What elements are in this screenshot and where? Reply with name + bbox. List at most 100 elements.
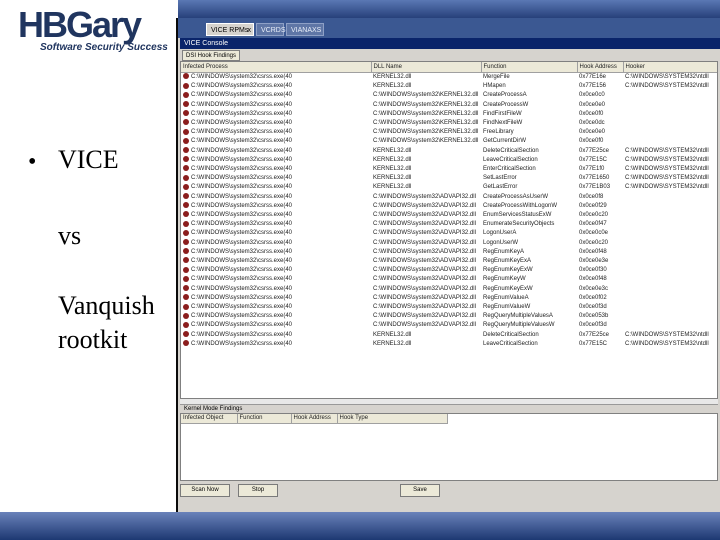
table-cell: 0x0ce0c0e xyxy=(577,229,623,238)
table-row[interactable]: C:\WINDOWS\system32\csrss.exe(40 C:\WINDO… xyxy=(181,257,717,266)
kernel-table: Infected Object Function Hook Address Hook … xyxy=(181,414,448,424)
table-cell: C:\WINDOWS\system32\csrss.exe(40 xyxy=(181,119,371,128)
tab-vianaxs[interactable]: VIANAXS xyxy=(286,23,324,36)
cell-text: GetLastError xyxy=(483,184,518,191)
table-cell xyxy=(623,303,717,312)
cell-text: C:\WINDOWS\system32\csrss.exe(40 xyxy=(191,267,293,274)
table-cell: FindNextFileW xyxy=(481,119,577,128)
table-cell: RegEnumKeyExA xyxy=(481,257,577,266)
table-row[interactable]: C:\WINDOWS\system32\csrss.exe(40 KERNEL32… xyxy=(181,174,717,183)
cell-text: C:\WINDOWS\system32\KERNEL32.dll xyxy=(373,92,479,99)
table-cell: RegEnumKeyExW xyxy=(481,285,577,294)
header-band xyxy=(178,0,720,18)
table-row[interactable]: C:\WINDOWS\system32\csrss.exe(40 KERNEL32… xyxy=(181,165,717,174)
slide-bullet-panel: • VICE vs Vanquish rootkit xyxy=(0,58,177,512)
column-header[interactable]: Infected Process xyxy=(181,62,372,73)
table-row[interactable]: C:\WINDOWS\system32\csrss.exe(40 C:\WINDO… xyxy=(181,128,717,137)
kernel-findings-title: Kernel Mode Findings xyxy=(180,405,718,413)
cell-text: C:\WINDOWS\system32\csrss.exe(40 xyxy=(191,110,293,117)
tab-vcrds[interactable]: VCRDS xyxy=(256,23,286,36)
process-icon xyxy=(183,101,189,108)
table-row[interactable]: C:\WINDOWS\system32\csrss.exe(40 C:\WINDO… xyxy=(181,239,717,248)
table-row[interactable]: C:\WINDOWS\system32\csrss.exe(40 C:\WINDO… xyxy=(181,110,717,119)
table-row[interactable]: C:\WINDOWS\system32\csrss.exe(40 C:\WINDO… xyxy=(181,220,717,229)
cell-text: C:\WINDOWS\system32\ADVAPI32.dll xyxy=(373,285,476,292)
table-row[interactable]: C:\WINDOWS\system32\csrss.exe(40 C:\WINDO… xyxy=(181,229,717,238)
table-cell: 0x0ce0e3c xyxy=(577,285,623,294)
table-cell: C:\WINDOWS\system32\csrss.exe(40 xyxy=(181,82,371,91)
table-row[interactable]: C:\WINDOWS\system32\csrss.exe(40 C:\WINDO… xyxy=(181,101,717,110)
cell-text: 0x77E16e xyxy=(579,74,607,80)
table-cell: C:\WINDOWS\system32\ADVAPI32.dll xyxy=(371,275,481,284)
table-row[interactable]: C:\WINDOWS\system32\csrss.exe(40 KERNEL32… xyxy=(181,156,717,165)
table-cell: C:\WINDOWS\system32\csrss.exe(40 xyxy=(181,156,371,165)
table-cell: C:\WINDOWS\system32\KERNEL32.dll xyxy=(371,91,481,100)
table-row[interactable]: C:\WINDOWS\system32\csrss.exe(40 KERNEL32… xyxy=(181,183,717,192)
table-row[interactable]: C:\WINDOWS\system32\csrss.exe(40 KERNEL32… xyxy=(181,147,717,156)
cell-text: C:\WINDOWS\system32\ADVAPI32.dll xyxy=(373,239,476,246)
table-cell: C:\WINDOWS\SYSTEM32\ntdll xyxy=(623,174,717,183)
table-row[interactable]: C:\WINDOWS\system32\csrss.exe(40 C:\WINDO… xyxy=(181,285,717,294)
tab-dsi-hook-findings[interactable]: DSI Hook Findings xyxy=(182,50,241,61)
column-header[interactable]: Function xyxy=(237,414,292,424)
cell-text: EnumServicesStatusExW xyxy=(483,212,552,219)
tab-vice-rpms[interactable]: VICE RPMs x xyxy=(206,23,254,36)
table-row[interactable]: C:\WINDOWS\system32\csrss.exe(40 KERNEL32… xyxy=(181,73,717,83)
cell-text: C:\WINDOWS\system32\csrss.exe(40 xyxy=(191,101,293,108)
table-row[interactable]: C:\WINDOWS\system32\csrss.exe(40 C:\WINDO… xyxy=(181,193,717,202)
footer-band xyxy=(0,512,720,540)
cell-text: 0x0ce0e3e xyxy=(579,258,609,265)
table-row[interactable]: C:\WINDOWS\system32\csrss.exe(40 KERNEL32… xyxy=(181,331,717,340)
table-row[interactable]: C:\WINDOWS\system32\csrss.exe(40 C:\WINDO… xyxy=(181,321,717,330)
process-icon xyxy=(183,193,189,200)
cell-text: C:\WINDOWS\system32\ADVAPI32.dll xyxy=(373,221,476,228)
stop-button[interactable]: Stop xyxy=(238,484,278,497)
table-row[interactable]: C:\WINDOWS\system32\csrss.exe(40 C:\WINDO… xyxy=(181,275,717,284)
save-button[interactable]: Save xyxy=(400,484,440,497)
table-cell xyxy=(623,211,717,220)
cell-text: 0x0ce0dc xyxy=(579,120,605,127)
close-icon[interactable]: x xyxy=(248,24,252,37)
table-row[interactable]: C:\WINDOWS\system32\csrss.exe(40 C:\WINDO… xyxy=(181,266,717,275)
table-cell: C:\WINDOWS\system32\ADVAPI32.dll xyxy=(371,193,481,202)
table-row[interactable]: C:\WINDOWS\system32\csrss.exe(40 C:\WINDO… xyxy=(181,248,717,257)
table-row[interactable]: C:\WINDOWS\system32\csrss.exe(40 C:\WINDO… xyxy=(181,303,717,312)
column-header[interactable]: Hook Type xyxy=(337,414,448,424)
table-cell: 0x0ce0c20 xyxy=(577,239,623,248)
table-cell: C:\WINDOWS\system32\csrss.exe(40 xyxy=(181,229,371,238)
table-row[interactable]: C:\WINDOWS\system32\csrss.exe(40 C:\WINDO… xyxy=(181,202,717,211)
column-header[interactable]: Infected Object xyxy=(181,414,238,424)
cell-text: KERNEL32.dll xyxy=(373,74,412,80)
table-row[interactable]: C:\WINDOWS\system32\csrss.exe(40 KERNEL32… xyxy=(181,340,717,349)
cell-text: KERNEL32.dll xyxy=(373,340,412,347)
table-cell: C:\WINDOWS\system32\csrss.exe(40 xyxy=(181,202,371,211)
column-header[interactable]: Hooker xyxy=(623,62,717,73)
process-icon xyxy=(183,202,189,209)
table-row[interactable]: C:\WINDOWS\system32\csrss.exe(40 C:\WINDO… xyxy=(181,294,717,303)
table-cell xyxy=(623,266,717,275)
table-cell: RegQueryMultipleValuesA xyxy=(481,312,577,321)
scan-now-button[interactable]: Scan Now xyxy=(180,484,230,497)
table-row[interactable]: C:\WINDOWS\system32\csrss.exe(40 C:\WINDO… xyxy=(181,91,717,100)
cell-text: 0x77E1B03 xyxy=(579,184,611,191)
cell-text: C:\WINDOWS\SYSTEM32\ntdll xyxy=(625,184,709,191)
table-cell: C:\WINDOWS\system32\ADVAPI32.dll xyxy=(371,220,481,229)
cell-text: CreateProcessA xyxy=(483,92,527,99)
table-row[interactable]: C:\WINDOWS\system32\csrss.exe(40 KERNEL32… xyxy=(181,82,717,91)
cell-text: 0x0ce0c0e xyxy=(579,230,609,237)
table-cell: C:\WINDOWS\system32\KERNEL32.dll xyxy=(371,110,481,119)
table-cell: 0x0ce0f8 xyxy=(577,193,623,202)
column-header[interactable]: Function xyxy=(481,62,578,73)
column-header[interactable]: Hook Address xyxy=(291,414,338,424)
table-cell: C:\WINDOWS\system32\ADVAPI32.dll xyxy=(371,285,481,294)
table-row[interactable]: C:\WINDOWS\system32\csrss.exe(40 C:\WINDO… xyxy=(181,119,717,128)
column-header[interactable]: DLL Name xyxy=(371,62,482,73)
table-row[interactable]: C:\WINDOWS\system32\csrss.exe(40 C:\WINDO… xyxy=(181,312,717,321)
table-row[interactable]: C:\WINDOWS\system32\csrss.exe(40 C:\WINDO… xyxy=(181,137,717,146)
table-cell: C:\WINDOWS\system32\ADVAPI32.dll xyxy=(371,266,481,275)
column-header[interactable]: Hook Address xyxy=(577,62,624,73)
cell-text: CreateProcessAsUserW xyxy=(483,193,549,200)
cell-text: C:\WINDOWS\system32\csrss.exe(40 xyxy=(191,156,293,163)
cell-text: C:\WINDOWS\system32\csrss.exe(40 xyxy=(191,304,293,311)
table-row[interactable]: C:\WINDOWS\system32\csrss.exe(40 C:\WINDO… xyxy=(181,211,717,220)
